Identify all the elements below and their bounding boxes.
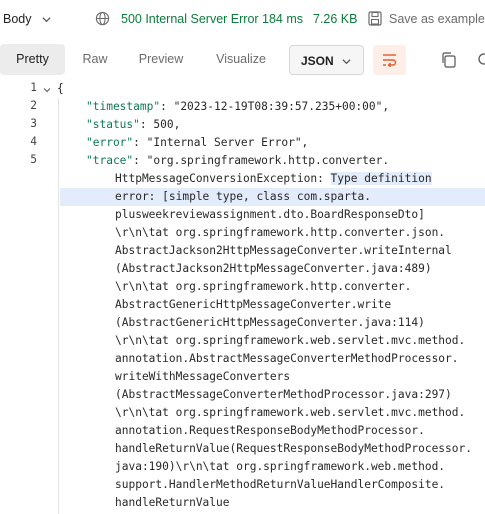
trace-text: java:190)\r\n\tat org.springframework.we… bbox=[115, 460, 446, 473]
format-select-value: JSON bbox=[301, 54, 334, 68]
line-number: 4 bbox=[30, 135, 37, 148]
chevron-down-icon bbox=[41, 16, 51, 22]
tab-preview[interactable]: Preview bbox=[130, 44, 192, 75]
line-number: 1 bbox=[30, 81, 37, 94]
trace-text: AbstractGenericHttpMessageConverter.writ… bbox=[115, 298, 392, 311]
format-select[interactable]: JSON bbox=[289, 45, 364, 75]
response-size[interactable]: 7.26 KB bbox=[313, 12, 357, 26]
trace-text: annotation.AbstractMessageConverterMetho… bbox=[115, 352, 459, 365]
trace-text: (AbstractMessageConverterMethodProcessor… bbox=[115, 388, 452, 401]
fold-chevron-icon[interactable] bbox=[43, 86, 51, 94]
code-line-status: "status": 500, bbox=[86, 118, 181, 131]
save-icon[interactable] bbox=[368, 11, 382, 26]
trace-text: (AbstractJackson2HttpMessageConverter.ja… bbox=[115, 262, 432, 275]
trace-text: AbstractJackson2HttpMessageConverter.wri… bbox=[115, 244, 452, 257]
body-tab-label: Body bbox=[3, 12, 32, 26]
save-as-example-button[interactable]: Save as example bbox=[389, 12, 485, 26]
trace-text: \r\n\tat org.springframework.web.servlet… bbox=[115, 406, 466, 419]
trace-text: handleReturnValue bbox=[115, 496, 230, 509]
trace-text: annotation.RequestResponseBodyMethodProc… bbox=[115, 424, 425, 437]
copy-icon[interactable] bbox=[440, 51, 458, 69]
chevron-down-icon bbox=[342, 59, 351, 65]
line-number: 3 bbox=[30, 117, 37, 130]
response-view-toolbar: Pretty Raw Preview Visualize JSON bbox=[0, 44, 485, 76]
trace-text: HttpMessageConversionException: Type def… bbox=[115, 172, 432, 185]
trace-text: plusweekreviewassignment.dto.BoardRespon… bbox=[115, 208, 425, 221]
body-tab[interactable]: Body bbox=[3, 12, 51, 26]
trace-text: \r\n\tat org.springframework.web.servlet… bbox=[115, 334, 466, 347]
indent-guide bbox=[58, 98, 59, 514]
globe-icon[interactable] bbox=[95, 11, 110, 26]
response-time[interactable]: 184 ms bbox=[262, 12, 303, 26]
open-brace: { bbox=[57, 82, 64, 95]
wrap-lines-button[interactable] bbox=[373, 45, 406, 75]
tab-visualize[interactable]: Visualize bbox=[206, 44, 276, 75]
code-line-timestamp: "timestamp": "2023-12-19T08:39:57.235+00… bbox=[86, 100, 390, 113]
status-code[interactable]: 500 Internal Server Error bbox=[121, 12, 259, 26]
search-highlight: Type definition bbox=[330, 172, 432, 185]
tab-raw[interactable]: Raw bbox=[72, 44, 118, 75]
trace-text: \r\n\tat org.springframework.http.conver… bbox=[115, 280, 412, 293]
trace-text: support.HandlerMethodReturnValueHandlerC… bbox=[115, 478, 446, 491]
line-number: 5 bbox=[30, 153, 37, 166]
response-status-bar: Body 500 Internal Server Error 184 ms 7.… bbox=[0, 0, 485, 38]
trace-text: writeWithMessageConverters bbox=[115, 370, 291, 383]
code-line-error: "error": "Internal Server Error", bbox=[86, 136, 309, 149]
trace-text: \r\n\tat org.springframework.http.conver… bbox=[115, 226, 446, 239]
search-icon[interactable] bbox=[475, 51, 485, 69]
code-line-trace: "trace": "org.springframework.http.conve… bbox=[86, 154, 390, 167]
tab-pretty[interactable]: Pretty bbox=[0, 44, 65, 75]
trace-text: (AbstractGenericHttpMessageConverter.jav… bbox=[115, 316, 425, 329]
line-number: 2 bbox=[30, 99, 37, 112]
response-body-editor[interactable]: 1 { 2 "timestamp": "2023-12-19T08:39:57.… bbox=[0, 80, 485, 514]
trace-text: handleReturnValue(RequestResponseBodyMet… bbox=[115, 442, 472, 455]
wrap-lines-icon bbox=[383, 54, 397, 67]
trace-text-highlighted: error: [simple type, class com.sparta. bbox=[60, 188, 485, 206]
